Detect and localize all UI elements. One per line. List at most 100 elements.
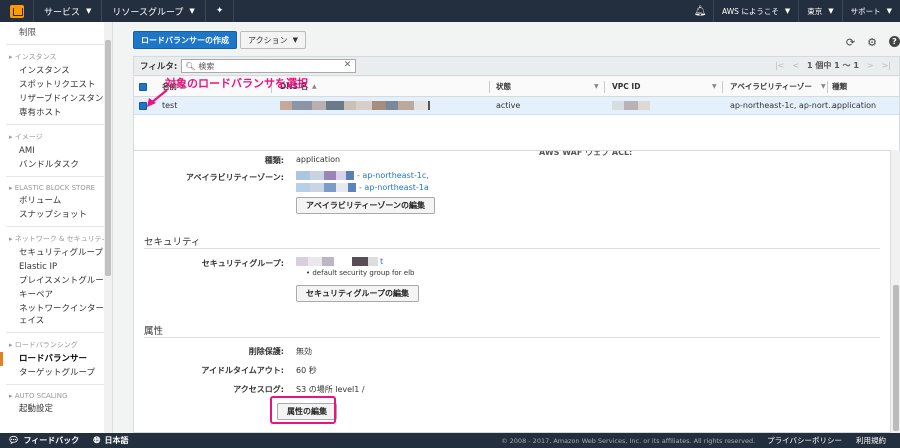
sidebar-item-load-balancers[interactable]: ロードバランサー	[0, 352, 112, 366]
feedback-label: フィードバック	[23, 436, 80, 445]
privacy-policy-link[interactable]: プライバシーポリシー	[767, 435, 842, 446]
access-log-value: S3 の場所 level1 /	[296, 385, 365, 394]
search-input[interactable]: 🔍︎ 検索 ✕	[181, 59, 357, 73]
sidebar-item-launch-configurations[interactable]: 起動設定	[0, 402, 112, 416]
sidebar-item-spot-requests[interactable]: スポットリクエスト	[0, 78, 112, 92]
filter-bar: フィルタ: 🔍︎ 検索 ✕ |< < 1 個中 1 ～ 1 > >|	[133, 56, 900, 76]
idle-timeout-label: アイドルタイムアウト:	[201, 366, 284, 375]
services-label: サービス	[44, 7, 81, 18]
first-page-icon[interactable]: |<	[775, 61, 784, 70]
highlight-box	[270, 396, 336, 424]
sidebar-item-placement-groups[interactable]: プレイスメントグループ	[0, 274, 112, 288]
sidebar-item-security-groups[interactable]: セキュリティグループ	[0, 246, 112, 260]
footer: 💬︎ フィードバック 🌐︎ 日本語 © 2008 - 2017, Amazon …	[0, 433, 900, 448]
header-text: VPC ID	[612, 82, 641, 91]
section-title-text: AUTO SCALING	[14, 392, 68, 400]
security-group-link[interactable]: t	[380, 257, 383, 266]
chevron-down-icon: ▼	[189, 7, 195, 15]
sort-icon[interactable]: ▼	[817, 77, 826, 96]
row-az: ap-northeast-1c, ap-nort...	[730, 101, 836, 110]
sidebar-item-bundle-tasks[interactable]: バンドルタスク	[0, 158, 112, 172]
col-header-vpc[interactable]: VPC ID	[612, 77, 640, 96]
chevron-down-icon: ▼	[828, 7, 834, 15]
section-title-text: ロードバランシング	[14, 341, 78, 349]
region-menu[interactable]: 東京 ▼	[798, 0, 841, 22]
sidebar-item-instances[interactable]: インスタンス	[0, 64, 112, 78]
help-icon[interactable]: ?	[889, 36, 900, 47]
sort-icon[interactable]: ▼	[708, 77, 717, 96]
divider	[827, 81, 828, 93]
resource-groups-label: リソースグループ	[112, 7, 184, 18]
bell-icon[interactable]: 🔔︎	[687, 6, 713, 17]
pin-button[interactable]: ✦	[206, 0, 235, 22]
scrollbar-thumb[interactable]	[105, 40, 111, 276]
edit-security-groups-button[interactable]: セキュリティグループの編集	[296, 285, 420, 302]
prev-page-icon[interactable]: <	[792, 61, 799, 70]
divider	[6, 44, 106, 45]
waf-label-cutoff: AWS WAF ウェブ ACL:	[539, 150, 633, 157]
create-load-balancer-button[interactable]: ロードバランサーの作成	[133, 31, 237, 49]
idle-timeout-value: 60 秒	[296, 366, 317, 375]
sidebar-item-limits[interactable]: 制限	[0, 26, 112, 40]
az-value-1: - ap-northeast-1c,	[296, 171, 429, 180]
sidebar-item-network-interfaces[interactable]: ネットワークインターフェイス	[0, 302, 112, 328]
annotation-arrow-icon	[147, 89, 168, 107]
language-label: 日本語	[104, 436, 129, 445]
chevron-down-icon: ▼	[86, 7, 92, 15]
sidebar-item-volumes[interactable]: ボリューム	[0, 194, 112, 208]
row-vpc-redacted	[612, 97, 650, 114]
copyright-text: © 2008 - 2017, Amazon Web Services, Inc.…	[501, 436, 756, 445]
table-row[interactable]: test active ap-northeast-1c, ap-nort... …	[134, 97, 899, 115]
gear-icon[interactable]: ⚙	[867, 36, 877, 49]
section-title-text: インスタンス	[14, 53, 57, 61]
sidebar-item-dedicated-hosts[interactable]: 専有ホスト	[0, 106, 112, 120]
sidebar-item-reserved-instances[interactable]: リザーブドインスタンス	[0, 92, 112, 106]
sidebar-item-elastic-ip[interactable]: Elastic IP	[0, 260, 112, 274]
toolbar: ロードバランサーの作成 アクション ▼ ⟳ ⚙ ?	[113, 22, 900, 56]
top-navigation: サービス ▼ リソースグループ ▼ ✦ 🔔︎ AWS にようこそ ▼ 東京 ▼ …	[0, 0, 900, 22]
sidebar-item-snapshots[interactable]: スナップショット	[0, 208, 112, 222]
security-group-value: t	[296, 257, 383, 266]
attributes-section-title: 属性	[144, 326, 164, 337]
sidebar-section-title: ▸ インスタンス	[9, 53, 57, 61]
last-page-icon[interactable]: >|	[882, 61, 891, 70]
col-header-state[interactable]: 状態	[496, 77, 511, 96]
sidebar-item-key-pairs[interactable]: キーペア	[0, 288, 112, 302]
header-text: 種類	[832, 82, 847, 91]
deletion-protection-value: 無効	[296, 347, 312, 356]
feedback-link[interactable]: 💬︎ フィードバック	[8, 435, 79, 446]
pin-icon: ✦	[215, 6, 224, 16]
divider	[604, 81, 605, 93]
divider	[144, 248, 880, 249]
col-header-az[interactable]: アベイラビリティーゾー	[730, 77, 812, 96]
chevron-down-icon: ▼	[886, 7, 892, 15]
scrollbar-thumb[interactable]	[893, 285, 899, 431]
refresh-icon[interactable]: ⟳	[846, 36, 855, 49]
az-link-1c[interactable]: - ap-northeast-1c,	[357, 171, 429, 180]
sidebar-section-title: ▸ イメージ	[9, 133, 43, 141]
sort-icon[interactable]: ▼	[590, 77, 599, 96]
az-link-1a[interactable]: - ap-northeast-1a	[359, 183, 429, 192]
edit-az-button[interactable]: アベイラビリティーゾーンの編集	[296, 197, 435, 214]
az-value-2: - ap-northeast-1a	[296, 183, 429, 192]
main-content: ロードバランサーの作成 アクション ▼ ⟳ ⚙ ? フィルタ: 🔍︎ 検索 ✕ …	[113, 22, 900, 433]
type-label: 種類:	[264, 156, 284, 165]
actions-button[interactable]: アクション ▼	[240, 31, 306, 49]
terms-link[interactable]: 利用規約	[856, 435, 886, 446]
annotation-text: 対象のロードバランサを選択	[165, 77, 308, 90]
detail-scrollbar[interactable]	[890, 150, 900, 433]
close-icon[interactable]: ✕	[344, 60, 352, 70]
sidebar-item-ami[interactable]: AMI	[0, 144, 112, 158]
col-header-type[interactable]: 種類	[832, 77, 847, 96]
account-menu[interactable]: AWS にようこそ ▼	[713, 0, 798, 22]
sidebar-section-title: ▸ AUTO SCALING	[9, 392, 68, 400]
resource-groups-menu[interactable]: リソースグループ ▼	[102, 0, 206, 22]
sidebar-section-title: ▸ ELASTIC BLOCK STORE	[9, 184, 96, 192]
next-page-icon[interactable]: >	[867, 61, 874, 70]
sidebar-scrollbar[interactable]	[104, 22, 112, 433]
language-selector[interactable]: 🌐︎ 日本語	[93, 435, 128, 446]
sidebar-item-target-groups[interactable]: ターゲットグループ	[0, 366, 112, 380]
services-menu[interactable]: サービス ▼	[34, 0, 103, 22]
aws-logo[interactable]	[0, 0, 34, 22]
support-menu[interactable]: サポート ▼	[841, 0, 900, 22]
